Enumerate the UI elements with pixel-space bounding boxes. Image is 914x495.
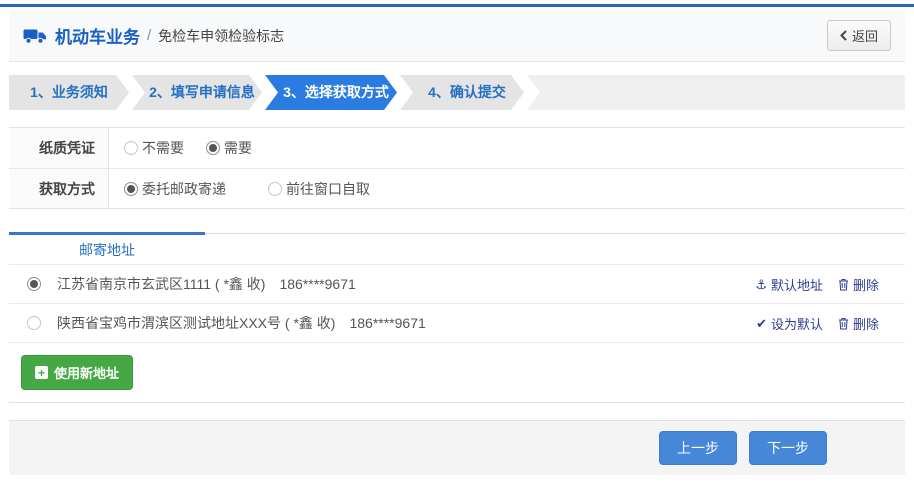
step-1-notice[interactable]: 1、业务须知 — [9, 75, 129, 110]
radio-option-need[interactable]: 需要 — [206, 138, 252, 158]
set-default-button[interactable]: ✔ 设为默认 — [756, 314, 823, 333]
back-button[interactable]: 返回 — [827, 20, 891, 51]
radio-icon-selected[interactable] — [206, 141, 220, 155]
form-label: 纸质凭证 — [9, 128, 109, 168]
step-progress-bar: 1、业务须知 2、填写申请信息 3、选择获取方式 4、确认提交 — [9, 75, 905, 110]
address-text: 陕西省宝鸡市渭滨区测试地址XXX号 ( *鑫 收) — [57, 313, 335, 333]
delete-label[interactable]: 删除 — [853, 275, 879, 294]
radio-label[interactable]: 不需要 — [142, 138, 184, 158]
radio-option-no-need[interactable]: 不需要 — [124, 138, 184, 158]
chevron-left-icon — [840, 30, 847, 41]
radio-label[interactable]: 需要 — [224, 138, 252, 158]
delete-address-button[interactable]: 删除 — [838, 275, 879, 294]
form-row-paper-voucher: 纸质凭证 不需要 需要 — [9, 128, 905, 168]
form-label: 获取方式 — [9, 169, 109, 208]
add-address-area: + 使用新地址 — [9, 343, 905, 402]
previous-step-button[interactable]: 上一步 — [659, 431, 737, 465]
delete-label[interactable]: 删除 — [853, 314, 879, 333]
page-title: 机动车业务 — [55, 23, 140, 48]
next-step-button[interactable]: 下一步 — [749, 431, 827, 465]
page-container: 机动车业务 / 免检车申领检验标志 返回 1、业务须知 2、填写申请信息 3、选… — [9, 10, 905, 475]
radio-icon[interactable] — [268, 182, 282, 196]
options-form: 纸质凭证 不需要 需要 获取方式 委托邮政寄递 — [9, 127, 905, 209]
footer-action-bar: 上一步 下一步 — [9, 420, 905, 475]
trash-icon — [838, 278, 849, 291]
truck-icon — [23, 27, 47, 45]
address-tab-header: 邮寄地址 — [9, 233, 905, 265]
mailing-address-section: 邮寄地址 江苏省南京市玄武区1111 ( *鑫 收) 186****9671 ⚓… — [9, 233, 905, 403]
address-radio-selected[interactable] — [27, 277, 41, 291]
plus-icon: + — [35, 366, 48, 379]
step-3-choose-method[interactable]: 3、选择获取方式 — [265, 75, 397, 110]
trash-icon — [838, 317, 849, 330]
tab-mailing-address[interactable]: 邮寄地址 — [9, 234, 205, 266]
back-button-label: 返回 — [852, 26, 878, 45]
address-phone: 186****9671 — [349, 315, 425, 331]
use-new-address-label: 使用新地址 — [54, 363, 119, 382]
default-address-label[interactable]: 默认地址 — [771, 275, 823, 294]
address-row-1[interactable]: 江苏省南京市玄武区1111 ( *鑫 收) 186****9671 ⚓ 默认地址… — [9, 265, 905, 304]
step-bar-filler — [527, 75, 905, 110]
default-address-badge[interactable]: ⚓ 默认地址 — [755, 275, 823, 294]
step-2-fill-info[interactable]: 2、填写申请信息 — [132, 75, 262, 110]
radio-option-window-pickup[interactable]: 前往窗口自取 — [268, 179, 370, 199]
radio-icon-selected[interactable] — [124, 182, 138, 196]
address-phone: 186****9671 — [279, 276, 355, 292]
step-4-confirm-submit[interactable]: 4、确认提交 — [400, 75, 524, 110]
delete-address-button[interactable]: 删除 — [838, 314, 879, 333]
form-row-delivery-method: 获取方式 委托邮政寄递 前往窗口自取 — [9, 168, 905, 208]
radio-option-postal-delivery[interactable]: 委托邮政寄递 — [124, 179, 226, 199]
breadcrumb-separator: / — [147, 27, 151, 44]
top-accent-line — [0, 4, 914, 7]
radio-icon[interactable] — [124, 141, 138, 155]
breadcrumb-current: 免检车申领检验标志 — [158, 26, 284, 46]
set-default-label[interactable]: 设为默认 — [771, 314, 823, 333]
address-row-2[interactable]: 陕西省宝鸡市渭滨区测试地址XXX号 ( *鑫 收) 186****9671 ✔ … — [9, 304, 905, 343]
use-new-address-button[interactable]: + 使用新地址 — [21, 355, 133, 390]
check-icon: ✔ — [756, 317, 767, 330]
radio-label[interactable]: 前往窗口自取 — [286, 179, 370, 199]
anchor-icon: ⚓ — [755, 278, 767, 291]
address-radio[interactable] — [27, 316, 41, 330]
address-text: 江苏省南京市玄武区1111 ( *鑫 收) — [57, 274, 265, 294]
radio-label[interactable]: 委托邮政寄递 — [142, 179, 226, 199]
header-bar: 机动车业务 / 免检车申领检验标志 返回 — [9, 10, 905, 62]
